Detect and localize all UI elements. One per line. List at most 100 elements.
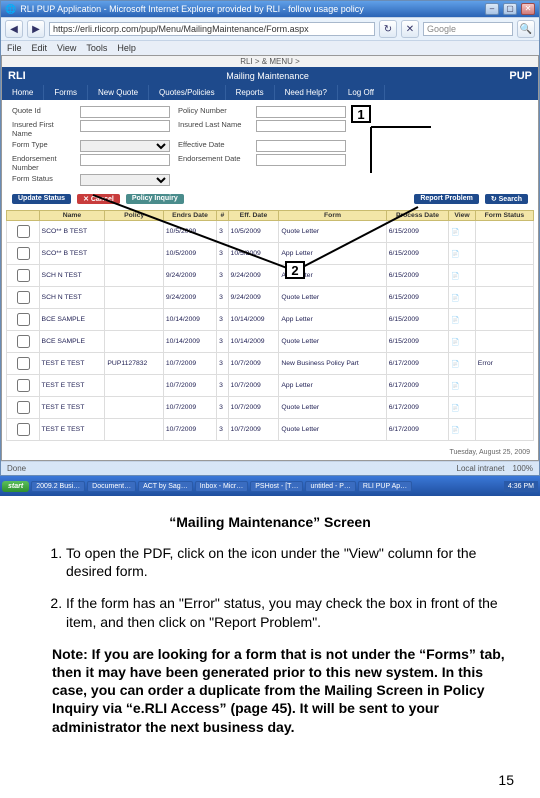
minimize-button[interactable]: – [485,3,499,15]
tab-quotes-policies[interactable]: Quotes/Policies [149,85,226,100]
cancel-button[interactable]: ✕ Cancel [77,194,120,204]
start-button[interactable]: start [2,481,29,492]
status-zoom[interactable]: 100% [513,464,533,473]
tab-need-help[interactable]: Need Help? [275,85,338,100]
row-checkbox[interactable] [17,401,30,414]
close-button[interactable]: ✕ [521,3,535,15]
row-checkbox[interactable] [17,247,30,260]
menu-tools[interactable]: Tools [86,43,107,53]
policy-inquiry-button[interactable]: Policy Inquiry [126,194,184,204]
in-quote-id[interactable] [80,106,170,118]
menu-help[interactable]: Help [117,43,136,53]
in-endorsement-date[interactable] [256,154,346,166]
table-row: SCH N TEST9/24/200939/24/2009App Letter6… [7,265,534,287]
in-form-type[interactable] [80,140,170,152]
task-item[interactable]: RLI PUP Ap… [358,481,412,492]
stop-button[interactable]: ✕ [401,20,419,38]
tab-new-quote[interactable]: New Quote [88,85,149,100]
view-pdf-icon[interactable]: 📄 [451,273,459,280]
maximize-button[interactable]: ▢ [503,3,517,15]
col-header[interactable]: # [217,211,228,221]
table-cell: 10/5/2009 [228,221,279,243]
table-cell: 6/17/2009 [386,419,449,441]
in-form-status[interactable] [80,174,170,186]
col-header[interactable]: Form Status [475,211,533,221]
tab-reports[interactable]: Reports [226,85,275,100]
in-eff-date[interactable] [256,140,346,152]
table-cell: App Letter [279,375,386,397]
row-checkbox[interactable] [17,291,30,304]
table-cell: 📄 [449,309,476,331]
row-checkbox[interactable] [17,335,30,348]
app-frame: RLI > & MENU > RLI Mailing Maintenance P… [1,55,539,461]
table-cell: 10/7/2009 [163,419,216,441]
in-first-name[interactable] [80,120,170,132]
view-pdf-icon[interactable]: 📄 [451,229,459,236]
task-item[interactable]: ACT by Sag… [138,481,193,492]
system-tray-clock[interactable]: 4:36 PM [504,481,538,492]
view-pdf-icon[interactable]: 📄 [451,295,459,302]
table-cell: 📄 [449,353,476,375]
in-endorsement-no[interactable] [80,154,170,166]
address-bar[interactable]: https://erli.rlicorp.com/pup/Menu/Mailin… [49,22,375,36]
col-header[interactable]: Form [279,211,386,221]
row-checkbox[interactable] [17,313,30,326]
tab-forms[interactable]: Forms [44,85,88,100]
row-checkbox[interactable] [17,269,30,282]
tab-log-off[interactable]: Log Off [338,85,385,100]
search-button[interactable]: ↻ Search [485,194,528,204]
forward-button[interactable]: ▶ [27,20,45,38]
table-cell: 3 [217,375,228,397]
tab-home[interactable]: Home [2,85,44,100]
col-header[interactable]: Process Date [386,211,449,221]
row-checkbox[interactable] [17,423,30,436]
report-problem-button[interactable]: Report Problem [414,194,479,204]
instruction-list: To open the PDF, click on the icon under… [26,544,514,631]
col-header[interactable]: Eff. Date [228,211,279,221]
view-pdf-icon[interactable]: 📄 [451,383,459,390]
search-box[interactable]: Google [423,22,513,36]
task-item[interactable]: untitled - P… [305,481,355,492]
table-cell: TEST E TEST [39,419,105,441]
col-header[interactable]: Policy [105,211,164,221]
table-cell [105,309,164,331]
view-pdf-icon[interactable]: 📄 [451,317,459,324]
back-button[interactable]: ◀ [5,20,23,38]
table-cell: 9/24/2009 [228,287,279,309]
table-cell: 3 [217,353,228,375]
col-header[interactable]: Endrs Date [163,211,216,221]
col-header[interactable]: View [449,211,476,221]
table-cell: TEST E TEST [39,375,105,397]
view-pdf-icon[interactable]: 📄 [451,361,459,368]
table-cell: 9/24/2009 [163,287,216,309]
brand-right: PUP [509,70,532,82]
menu-file[interactable]: File [7,43,22,53]
window-title: RLI PUP Application - Microsoft Internet… [20,4,364,14]
task-item[interactable]: 2009.2 Busi… [31,481,85,492]
in-last-name[interactable] [256,120,346,132]
row-checkbox[interactable] [17,357,30,370]
task-item[interactable]: Inbox - Micr… [195,481,249,492]
col-header[interactable] [7,211,40,221]
row-checkbox[interactable] [17,225,30,238]
menu-edit[interactable]: Edit [32,43,48,53]
search-go-button[interactable]: 🔍 [517,20,535,38]
task-item[interactable]: PSHost - [T… [250,481,303,492]
table-cell [7,353,40,375]
view-pdf-icon[interactable]: 📄 [451,339,459,346]
page-number: 15 [26,772,514,788]
view-pdf-icon[interactable]: 📄 [451,405,459,412]
instruction-2: If the form has an "Error" status, you m… [66,594,514,630]
table-cell: SCH N TEST [39,265,105,287]
col-header[interactable]: Name [39,211,105,221]
in-policy-number[interactable] [256,106,346,118]
view-pdf-icon[interactable]: 📄 [451,427,459,434]
update-status-button[interactable]: Update Status [12,194,71,204]
menu-view[interactable]: View [57,43,76,53]
row-checkbox[interactable] [17,379,30,392]
refresh-button[interactable]: ↻ [379,20,397,38]
table-cell: 6/17/2009 [386,375,449,397]
task-item[interactable]: Document… [87,481,136,492]
view-pdf-icon[interactable]: 📄 [451,251,459,258]
table-cell: 6/17/2009 [386,397,449,419]
